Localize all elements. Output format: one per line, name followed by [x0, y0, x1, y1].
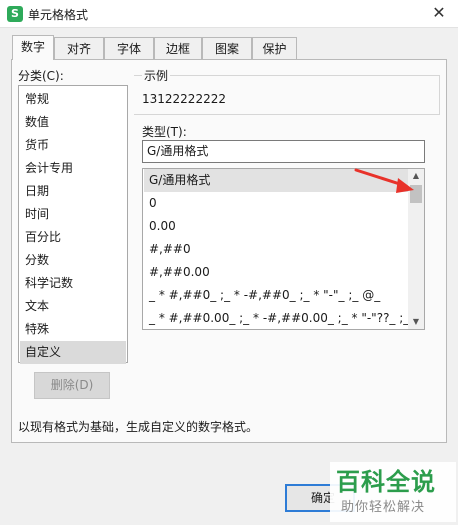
- category-item-scientific[interactable]: 科学记数: [20, 272, 126, 295]
- category-item-fraction[interactable]: 分数: [20, 249, 126, 272]
- type-list-scrollbar[interactable]: ▲ ▼: [408, 169, 424, 329]
- tab-border[interactable]: 边框: [154, 37, 202, 59]
- window-title: 单元格格式: [28, 8, 89, 22]
- type-list[interactable]: G/通用格式 0 0.00 #,##0 #,##0.00 _ * #,##0_ …: [142, 168, 425, 330]
- title-bar: S 单元格格式 ✕: [0, 0, 458, 28]
- type-label: 类型(T):: [142, 125, 187, 139]
- type-input[interactable]: G/通用格式: [142, 140, 425, 163]
- watermark-slogan: 助你轻松解决: [341, 500, 426, 515]
- type-item[interactable]: 0: [144, 192, 408, 215]
- type-item[interactable]: #,##0: [144, 238, 408, 261]
- delete-button[interactable]: 删除(D): [34, 372, 110, 399]
- sample-value: 13122222222: [142, 92, 226, 106]
- type-item[interactable]: _ * #,##0.00_ ;_ * -#,##0.00_ ;_ * "-"??…: [144, 307, 408, 329]
- category-item-currency[interactable]: 货币: [20, 134, 126, 157]
- type-item[interactable]: 0.00: [144, 215, 408, 238]
- type-item[interactable]: #,##0.00: [144, 261, 408, 284]
- wps-app-icon: S: [7, 6, 23, 22]
- tab-protection[interactable]: 保护: [252, 37, 297, 59]
- category-item-special[interactable]: 特殊: [20, 318, 126, 341]
- scrollbar-thumb[interactable]: [410, 185, 422, 203]
- tab-font[interactable]: 字体: [104, 37, 154, 59]
- sample-label: 示例: [142, 67, 171, 84]
- category-label: 分类(C):: [18, 69, 64, 83]
- category-item-date[interactable]: 日期: [20, 180, 126, 203]
- category-list[interactable]: 常规 数值 货币 会计专用 日期 时间 百分比 分数 科学记数 文本 特殊 自定…: [18, 85, 128, 364]
- tab-number[interactable]: 数字: [12, 35, 54, 60]
- tab-alignment[interactable]: 对齐: [54, 37, 104, 59]
- category-item-time[interactable]: 时间: [20, 203, 126, 226]
- category-item-accounting[interactable]: 会计专用: [20, 157, 126, 180]
- category-item-general[interactable]: 常规: [20, 88, 126, 111]
- category-item-custom[interactable]: 自定义: [20, 341, 126, 364]
- category-item-number[interactable]: 数值: [20, 111, 126, 134]
- type-item[interactable]: _ * #,##0_ ;_ * -#,##0_ ;_ * "-"_ ;_ @_: [144, 284, 408, 307]
- close-icon[interactable]: ✕: [426, 2, 452, 24]
- category-item-text[interactable]: 文本: [20, 295, 126, 318]
- watermark-logo-text: 百科全说: [336, 468, 436, 496]
- scroll-down-arrow-icon[interactable]: ▼: [408, 315, 424, 329]
- tab-pattern[interactable]: 图案: [202, 37, 252, 59]
- type-item[interactable]: G/通用格式: [144, 169, 408, 192]
- description-text: 以现有格式为基础，生成自定义的数字格式。: [18, 420, 259, 434]
- category-item-percentage[interactable]: 百分比: [20, 226, 126, 249]
- scroll-up-arrow-icon[interactable]: ▲: [408, 169, 424, 183]
